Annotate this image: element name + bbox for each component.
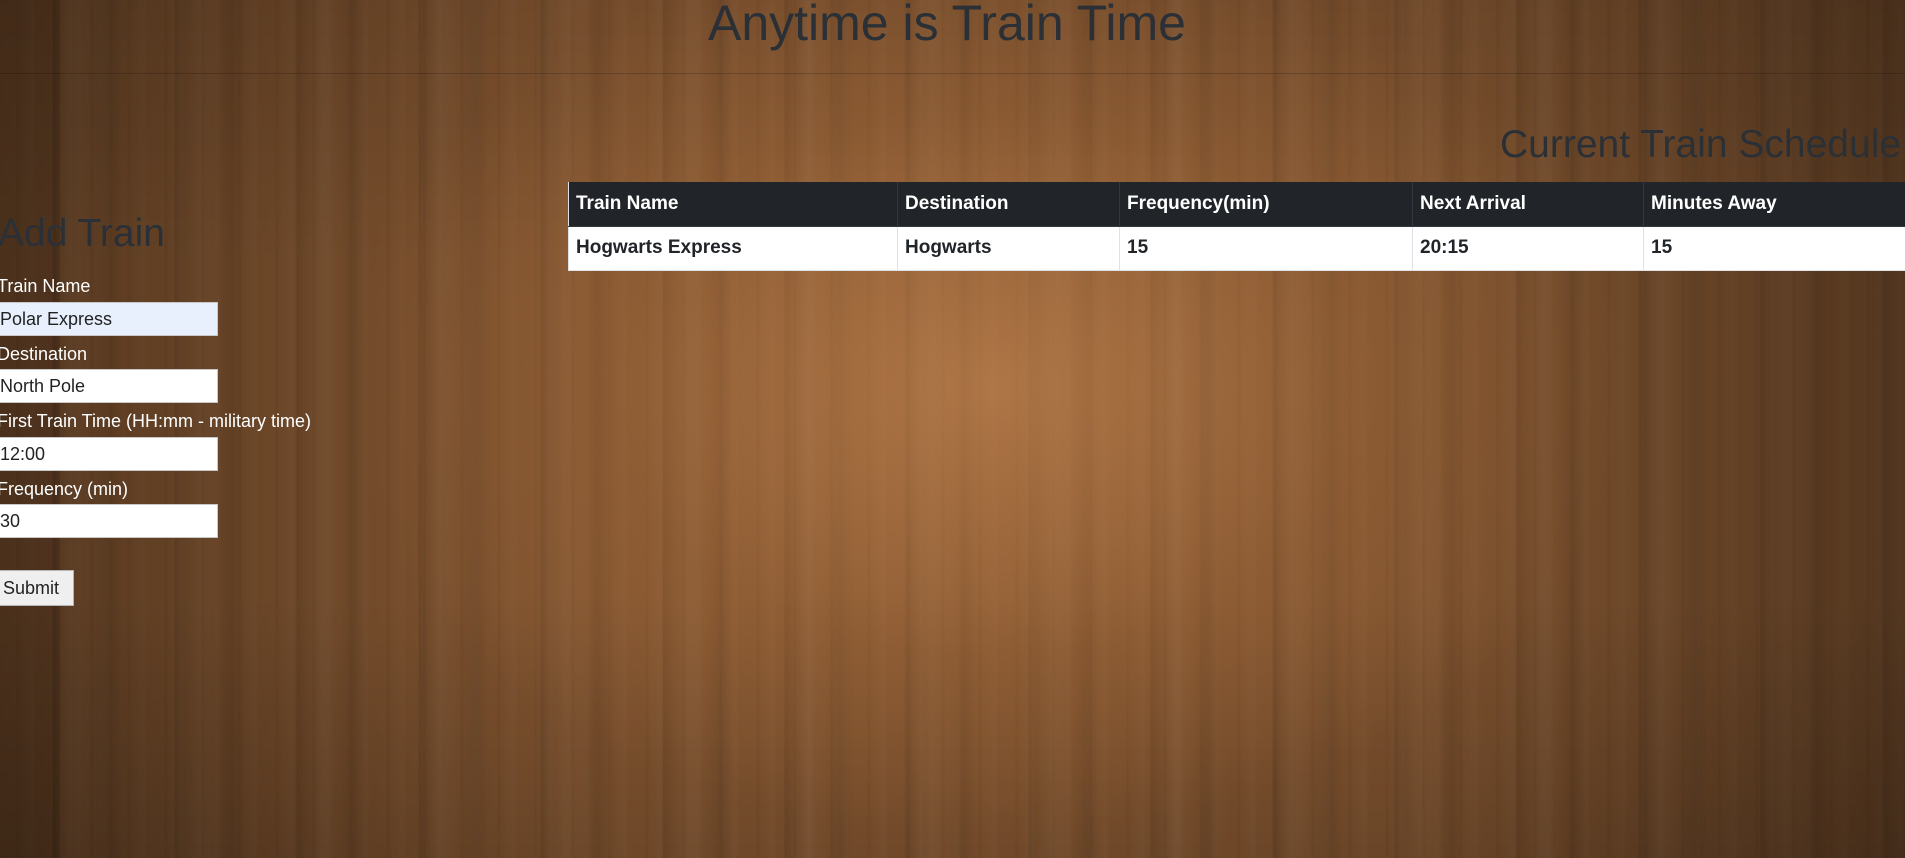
destination-label: Destination [0, 344, 88, 364]
column-header-frequency: Frequency(min) [1119, 182, 1413, 227]
cell-minutes-away: 15 [1643, 226, 1905, 271]
header-divider [0, 73, 1905, 74]
train-schedule-table: Train Name Destination Frequency(min) Ne… [568, 182, 1905, 271]
add-train-title: Add Train [0, 212, 165, 255]
destination-input[interactable] [0, 369, 218, 403]
column-header-minutes-away: Minutes Away [1643, 182, 1905, 227]
train-name-label: Train Name [0, 276, 91, 296]
schedule-title: Current Train Schedule [1500, 123, 1902, 166]
table-row: Hogwarts Express Hogwarts 15 20:15 15 [568, 226, 1905, 271]
cell-frequency: 15 [1119, 226, 1413, 271]
column-header-destination: Destination [897, 182, 1120, 227]
cell-train-name: Hogwarts Express [568, 226, 898, 271]
table-header-row: Train Name Destination Frequency(min) Ne… [568, 182, 1905, 227]
first-train-time-input[interactable] [0, 437, 218, 471]
page-title: Anytime is Train Time [708, 0, 1186, 51]
first-train-time-label: First Train Time (HH:mm - military time) [0, 411, 311, 431]
submit-button[interactable]: Submit [0, 570, 74, 606]
cell-destination: Hogwarts [897, 226, 1120, 271]
column-header-train-name: Train Name [568, 182, 898, 227]
frequency-label: Frequency (min) [0, 479, 129, 499]
column-header-next-arrival: Next Arrival [1412, 182, 1644, 227]
train-name-input[interactable] [0, 302, 218, 336]
frequency-input[interactable] [0, 504, 218, 538]
cell-next-arrival: 20:15 [1412, 226, 1644, 271]
